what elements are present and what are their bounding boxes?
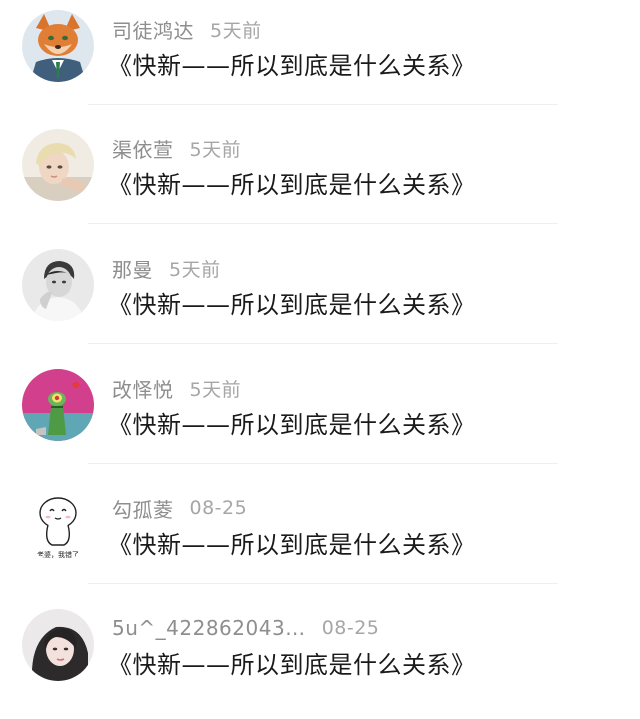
divider	[88, 343, 558, 344]
comment-feed: 司徒鸿达 5天前 《快新——所以到底是什么关系》 渠依萱 5天前 《快新——所以…	[0, 0, 640, 700]
username[interactable]: 那曼	[112, 254, 153, 283]
timestamp: 08-25	[189, 497, 248, 519]
divider	[88, 104, 558, 105]
grayscale-person-avatar[interactable]	[22, 249, 94, 321]
comment-text[interactable]: 《快新——所以到底是什么关系》	[108, 645, 476, 680]
blond-person-avatar[interactable]	[22, 129, 94, 201]
sticker-caption: 老婆，我错了	[37, 550, 79, 559]
comment-text[interactable]: 《快新——所以到底是什么关系》	[108, 165, 476, 200]
username[interactable]: 司徒鸿达	[112, 15, 194, 44]
timestamp: 5天前	[189, 138, 242, 161]
comment-text[interactable]: 《快新——所以到底是什么关系》	[108, 285, 476, 320]
timestamp: 08-25	[321, 617, 380, 639]
comment-text[interactable]: 《快新——所以到底是什么关系》	[108, 46, 476, 81]
comment-meta: 渠依萱 5天前	[112, 134, 242, 163]
divider	[88, 583, 558, 584]
username[interactable]: 渠依萱	[112, 134, 174, 163]
comment-meta: 勾孤菱 08-25	[112, 494, 248, 523]
comment-item[interactable]: 老婆，我错了 勾孤菱 08-25 《快新——所以到底是什么关系》	[0, 479, 640, 599]
timestamp: 5天前	[189, 378, 242, 401]
comment-meta: 改怿悦 5天前	[112, 374, 242, 403]
username[interactable]: 5u^_422862043…	[112, 616, 306, 640]
plankton-cartoon-avatar[interactable]	[22, 369, 94, 441]
divider	[88, 463, 558, 464]
fox-character-avatar[interactable]	[22, 10, 94, 82]
username[interactable]: 勾孤菱	[112, 494, 174, 523]
timestamp: 5天前	[210, 19, 262, 42]
comment-item[interactable]: 5u^_422862043… 08-25 《快新——所以到底是什么关系》	[0, 599, 640, 719]
woman-photo-avatar[interactable]	[22, 609, 94, 681]
comment-meta: 司徒鸿达 5天前	[112, 15, 262, 44]
username[interactable]: 改怿悦	[112, 374, 174, 403]
comment-meta: 那曼 5天前	[112, 254, 221, 283]
comment-item[interactable]: 改怿悦 5天前 《快新——所以到底是什么关系》	[0, 359, 640, 479]
divider	[88, 223, 558, 224]
comment-item[interactable]: 那曼 5天前 《快新——所以到底是什么关系》	[0, 239, 640, 359]
comment-text[interactable]: 《快新——所以到底是什么关系》	[108, 405, 476, 440]
comment-text[interactable]: 《快新——所以到底是什么关系》	[108, 525, 476, 560]
white-blob-sticker-avatar[interactable]: 老婆，我错了	[22, 489, 94, 561]
comment-meta: 5u^_422862043… 08-25	[112, 615, 379, 641]
timestamp: 5天前	[169, 258, 221, 281]
comment-item[interactable]: 司徒鸿达 5天前 《快新——所以到底是什么关系》	[0, 0, 640, 120]
comment-item[interactable]: 渠依萱 5天前 《快新——所以到底是什么关系》	[0, 119, 640, 239]
